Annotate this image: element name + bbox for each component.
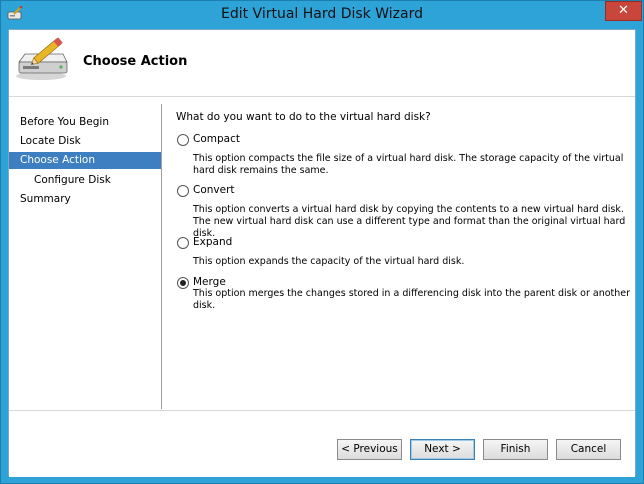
compact-description: This option compacts the file size of a … [193,153,624,176]
wizard-window: Edit Virtual Hard Disk Wizard ✕ Choose A… [0,0,644,484]
page-title: Choose Action [83,54,188,69]
convert-label[interactable]: Convert [193,184,235,196]
previous-button[interactable]: < Previous [337,439,402,460]
nav-divider [161,104,162,409]
wizard-footer: < Previous Next > Finish Cancel [9,410,635,477]
nav-item-before-you-begin[interactable]: Before You Begin [9,114,161,131]
nav-item-summary[interactable]: Summary [9,191,161,208]
convert-radio[interactable] [177,185,189,197]
action-question: What do you want to do to the virtual ha… [176,111,431,123]
merge-radio[interactable] [177,277,189,289]
merge-description: This option merges the changes stored in… [193,288,631,311]
wizard-client-area: Choose Action Before You Begin Locate Di… [8,29,636,477]
nav-item-choose-action[interactable]: Choose Action [9,152,161,169]
expand-description: This option expands the capacity of the … [193,256,465,267]
title-bar[interactable]: Edit Virtual Hard Disk Wizard ✕ [1,1,643,29]
finish-button[interactable]: Finish [483,439,548,460]
merge-label[interactable]: Merge [193,276,226,288]
nav-item-configure-disk[interactable]: Configure Disk [9,172,161,189]
window-title: Edit Virtual Hard Disk Wizard [221,6,423,22]
edit-disk-icon [16,37,68,80]
convert-description: This option converts a virtual hard disk… [193,204,626,239]
cancel-button[interactable]: Cancel [556,439,621,460]
next-button[interactable]: Next > [410,439,475,460]
compact-radio[interactable] [177,134,189,146]
compact-label[interactable]: Compact [193,133,240,145]
close-button[interactable]: ✕ [605,1,642,21]
wizard-step-list: Before You Begin Locate Disk Choose Acti… [9,104,162,414]
expand-label[interactable]: Expand [193,236,232,248]
wizard-body: Before You Begin Locate Disk Choose Acti… [9,97,635,409]
expand-radio[interactable] [177,237,189,249]
nav-item-locate-disk[interactable]: Locate Disk [9,133,161,150]
wizard-header: Choose Action [9,30,635,97]
